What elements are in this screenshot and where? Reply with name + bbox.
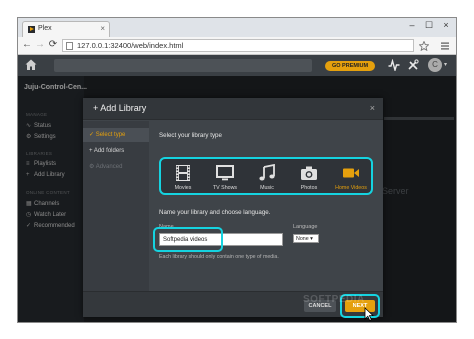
dialog-header: + Add Library × — [83, 98, 383, 120]
activity-icon[interactable] — [388, 59, 400, 71]
browser-window: Plex × – ☐ × ← → ⟳ 127.0.0.1:32400/web/i… — [17, 17, 457, 323]
type-label: Home Videos — [335, 185, 367, 191]
language-field-label: Language — [293, 224, 318, 230]
tools-icon[interactable] — [407, 59, 419, 71]
type-photos[interactable]: Photos — [289, 163, 329, 193]
step-add-folders[interactable]: + Add folders — [83, 144, 149, 158]
library-note: Each library should only contain one typ… — [159, 254, 279, 260]
mouse-cursor-icon — [364, 307, 374, 321]
film-icon — [176, 165, 190, 181]
type-label: Music — [260, 185, 274, 191]
go-premium-button[interactable]: GO PREMIUM — [325, 61, 375, 71]
close-window-button[interactable]: × — [438, 20, 454, 30]
language-select[interactable]: None ▾ — [293, 234, 319, 243]
dialog-steps: ✓ Select type + Add folders ⚙ Advanced — [83, 121, 149, 291]
dialog-main: Select your library type Movies TV Shows… — [149, 121, 383, 291]
music-note-icon — [259, 164, 275, 181]
type-home-videos[interactable]: Home Videos — [331, 163, 371, 193]
step-select-type[interactable]: ✓ Select type — [83, 128, 149, 142]
tab-close-icon[interactable]: × — [100, 24, 105, 33]
url-bar[interactable]: 127.0.0.1:32400/web/index.html — [62, 39, 414, 52]
star-icon[interactable] — [419, 41, 429, 51]
dialog-title: + Add Library — [93, 103, 147, 113]
address-toolbar: ← → ⟳ 127.0.0.1:32400/web/index.html — [18, 37, 456, 55]
avatar[interactable]: C — [428, 58, 442, 72]
minimize-button[interactable]: – — [404, 20, 420, 30]
type-label: Photos — [300, 185, 318, 191]
name-input-highlight — [153, 227, 223, 252]
maximize-button[interactable]: ☐ — [421, 20, 437, 31]
add-library-dialog: + Add Library × ✓ Select type + Add fold… — [83, 98, 383, 321]
type-label: Movies — [174, 185, 192, 191]
step-advanced: ⚙ Advanced — [89, 164, 123, 170]
browser-tab[interactable]: Plex × — [22, 21, 110, 37]
type-tv-shows[interactable]: TV Shows — [205, 163, 245, 193]
library-type-selector: Movies TV Shows Music Photos Home Videos — [159, 157, 373, 195]
type-prompt: Select your library type — [159, 132, 222, 139]
close-icon[interactable]: × — [370, 103, 375, 113]
video-camera-icon — [343, 168, 359, 178]
forward-arrow-icon[interactable]: → — [34, 39, 46, 50]
search-input[interactable] — [54, 59, 312, 72]
page-icon — [66, 42, 73, 50]
home-icon[interactable] — [24, 58, 38, 72]
tv-icon — [216, 165, 234, 181]
menu-icon[interactable] — [439, 40, 451, 52]
tab-title: Plex — [38, 25, 52, 32]
url-text[interactable]: 127.0.0.1:32400/web/index.html — [77, 41, 183, 50]
plex-favicon-icon — [28, 26, 35, 33]
name-prompt: Name your library and choose language. — [159, 209, 271, 216]
back-arrow-icon[interactable]: ← — [21, 39, 33, 50]
tab-bar: Plex × – ☐ × — [18, 18, 456, 37]
softpedia-watermark: SOFTPEDIA — [303, 294, 365, 305]
type-label: TV Shows — [212, 185, 238, 191]
camera-icon — [301, 166, 317, 180]
chevron-down-icon[interactable]: ▾ — [444, 61, 447, 68]
plex-app: GO PREMIUM C ▾ Juju-Control-Cen... MANAG… — [18, 55, 456, 322]
reload-icon[interactable]: ⟳ — [47, 39, 59, 50]
type-music[interactable]: Music — [247, 163, 287, 193]
plex-top-bar: GO PREMIUM C ▾ — [18, 55, 456, 76]
type-movies[interactable]: Movies — [163, 163, 203, 193]
